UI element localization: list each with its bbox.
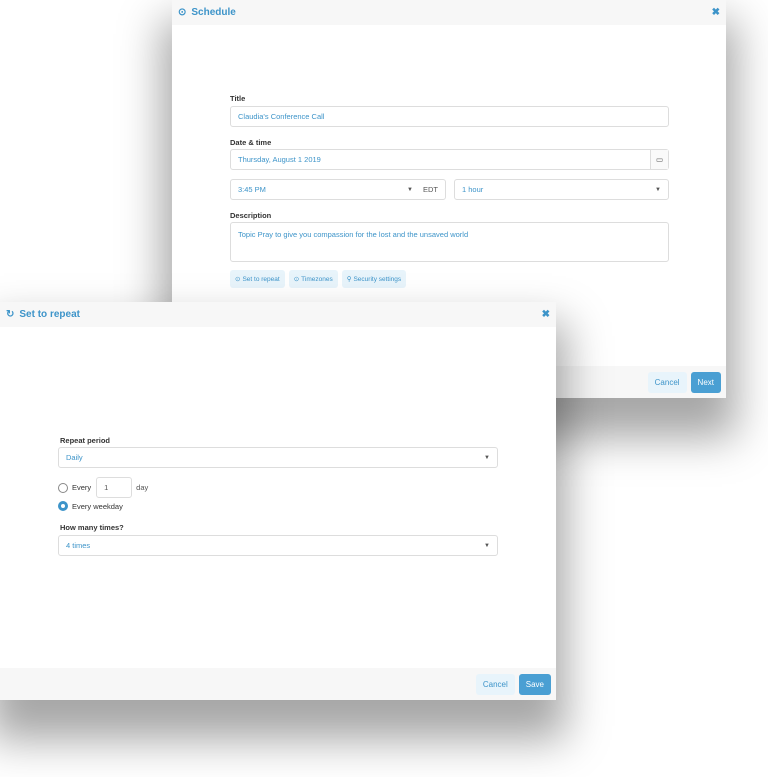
timezones-button[interactable]: ⊙ Timezones xyxy=(288,270,338,288)
title-input[interactable]: Claudia's Conference Call xyxy=(230,106,669,127)
title-label: Title xyxy=(230,94,246,103)
title-value: Claudia's Conference Call xyxy=(238,112,325,121)
chevron-down-icon: ▼ xyxy=(484,454,490,461)
times-value: 4 times xyxy=(66,541,91,550)
clock-icon: ⊙ xyxy=(235,276,241,283)
schedule-header: ⊙ Schedule ✖ xyxy=(172,0,726,25)
refresh-icon: ↻ xyxy=(6,309,15,320)
dialog-title: Schedule xyxy=(191,7,236,18)
set-to-repeat-button[interactable]: ⊙ Set to repeat xyxy=(230,270,285,288)
description-label: Description xyxy=(230,211,272,220)
time-select[interactable]: 3:45 PM ▼ EDT xyxy=(230,179,446,200)
period-value: Daily xyxy=(66,453,83,462)
chip-label: Security settings xyxy=(353,275,402,283)
save-button[interactable]: Save xyxy=(518,673,551,695)
description-value: Topic Pray to give you compassion for th… xyxy=(238,230,469,239)
radio-circle[interactable] xyxy=(58,482,68,493)
how-many-times-select[interactable]: 4 times ▼ xyxy=(58,535,498,556)
close-icon[interactable]: ✖ xyxy=(542,309,550,320)
chevron-down-icon: ▼ xyxy=(484,542,490,549)
date-input[interactable]: Thursday, August 1 2019 ▭ xyxy=(230,149,669,170)
close-icon[interactable]: ✖ xyxy=(712,7,720,18)
date-value: Thursday, August 1 2019 xyxy=(238,155,321,164)
cancel-button[interactable]: Cancel xyxy=(647,371,687,393)
every-label: Every xyxy=(72,483,92,492)
every-value: 1 xyxy=(104,483,109,492)
time-value: 3:45 PM xyxy=(238,185,266,194)
chevron-down-icon: ▼ xyxy=(655,186,661,193)
duration-select[interactable]: 1 hour ▼ xyxy=(454,179,669,200)
every-n-days-radio[interactable]: Every 1 day xyxy=(58,477,148,498)
every-weekday-radio[interactable]: Every weekday xyxy=(58,501,123,511)
repeat-footer: Cancel Save xyxy=(0,668,556,700)
chip-label: Timezones xyxy=(301,275,333,283)
repeat-period-select[interactable]: Daily ▼ xyxy=(58,447,498,468)
clock-icon: ⊙ xyxy=(178,7,187,18)
repeat-dialog: ↻ Set to repeat ✖ Repeat period Daily ▼ E… xyxy=(0,302,556,700)
option-chips: ⊙ Set to repeat ⊙ Timezones ⚲ Security sett… xyxy=(230,270,410,288)
security-settings-button[interactable]: ⚲ Security settings xyxy=(341,270,407,288)
repeat-period-label: Repeat period xyxy=(60,436,111,445)
day-label: day xyxy=(136,483,149,492)
duration-value: 1 hour xyxy=(462,185,484,194)
radio-circle-selected[interactable] xyxy=(58,501,68,511)
next-button[interactable]: Next xyxy=(690,371,721,393)
description-textarea[interactable]: Topic Pray to give you compassion for th… xyxy=(230,222,669,262)
weekday-label: Every weekday xyxy=(72,501,123,511)
chip-label: Set to repeat xyxy=(242,275,280,283)
chevron-down-icon: ▼ xyxy=(407,186,413,193)
timezone-label: EDT xyxy=(423,185,438,194)
repeat-header: ↻ Set to repeat ✖ xyxy=(0,302,556,327)
every-input[interactable]: 1 xyxy=(96,477,133,498)
key-icon: ⚲ xyxy=(346,276,352,283)
cancel-button[interactable]: Cancel xyxy=(475,673,515,695)
how-many-times-label: How many times? xyxy=(60,523,124,532)
datetime-label: Date & time xyxy=(230,138,272,147)
calendar-icon[interactable]: ▭ xyxy=(650,150,668,169)
dialog-title: Set to repeat xyxy=(19,309,80,320)
clock-icon: ⊙ xyxy=(293,276,300,283)
